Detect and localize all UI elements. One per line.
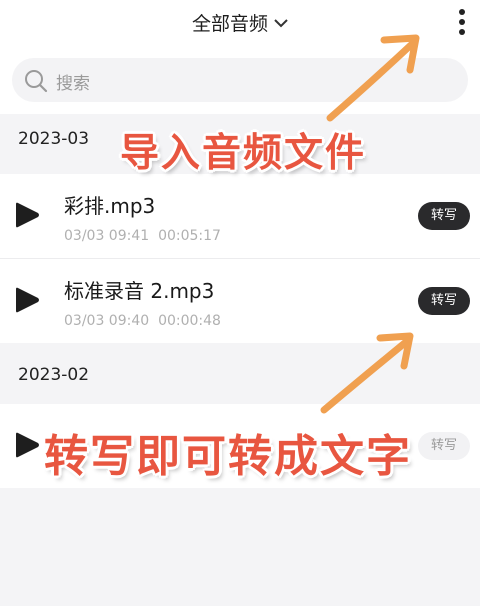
play-icon[interactable] — [14, 287, 40, 313]
chevron-down-icon — [274, 11, 288, 33]
arrow-up-right-icon — [320, 332, 414, 414]
search-placeholder: 搜索 — [56, 74, 90, 94]
audio-file-meta: 03/03 09:40 00:00:48 — [64, 313, 221, 329]
import-audio-caption: 导入音频文件 — [120, 131, 367, 176]
page-title: 全部音频 — [191, 13, 268, 35]
search-icon — [23, 68, 49, 94]
audio-date: 03/03 09:40 — [64, 313, 150, 329]
more-vertical-icon[interactable] — [458, 8, 466, 36]
audio-date: 03/03 09:41 — [64, 228, 150, 244]
transcribe-button[interactable]: 转写 — [418, 432, 470, 460]
audio-file-name: 标准录音 2.mp3 — [64, 279, 215, 303]
play-icon[interactable] — [14, 202, 40, 228]
audio-duration: 00:05:17 — [158, 228, 221, 244]
audio-file-name: 彩排.mp3 — [64, 194, 156, 218]
transcribe-caption: 转写即可转成文字 — [44, 431, 412, 482]
audio-file-meta: 03/03 09:41 00:05:17 — [64, 228, 221, 244]
arrow-up-right-icon — [326, 34, 420, 122]
transcribe-button[interactable]: 转写 — [418, 202, 470, 230]
transcribe-button[interactable]: 转写 — [418, 287, 470, 315]
play-icon[interactable] — [14, 432, 40, 458]
audio-list-item[interactable]: 彩排.mp3 03/03 09:41 00:05:17 转写 — [0, 174, 480, 258]
section-header-2023-02: 2023-02 — [18, 365, 90, 385]
audio-duration: 00:00:48 — [158, 313, 221, 329]
section-header-2023-03: 2023-03 — [18, 129, 90, 149]
